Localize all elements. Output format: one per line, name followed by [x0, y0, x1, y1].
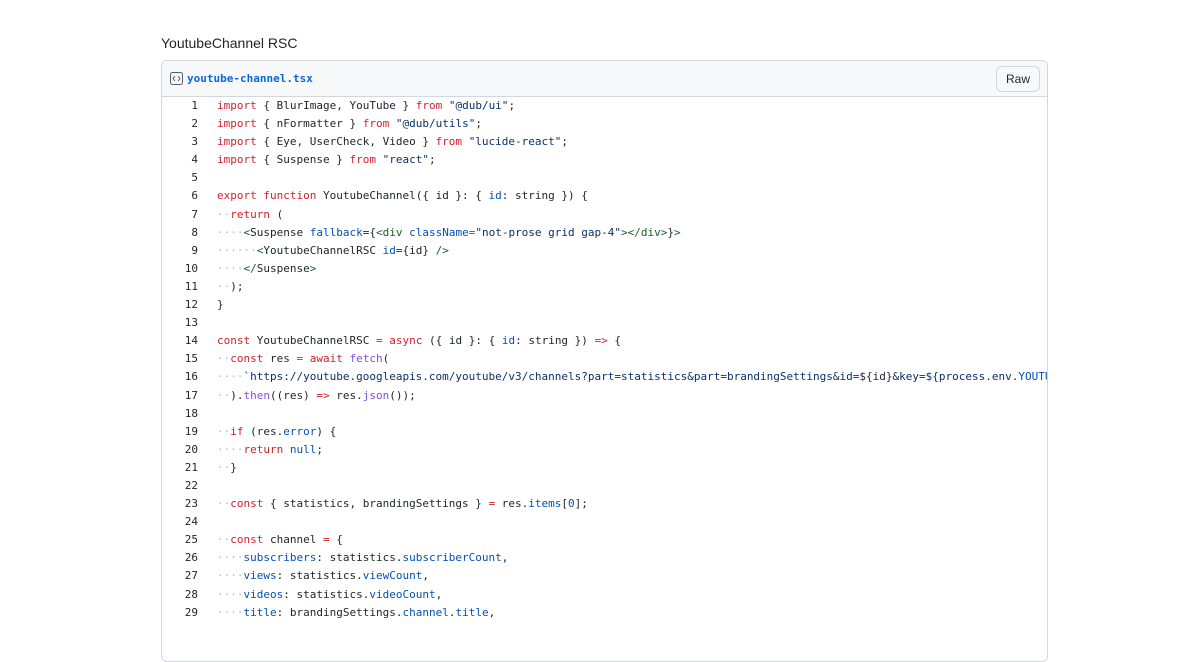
code-line: 18	[162, 405, 1047, 423]
code-file-icon	[170, 72, 183, 85]
code-area: 1 import { BlurImage, YouTube } from "@du…	[162, 97, 1047, 622]
line-code: ····`https://youtube.googleapis.com/yout…	[217, 370, 1047, 384]
line-code: import { BlurImage, YouTube } from "@dub…	[217, 99, 516, 112]
line-number[interactable]: 19	[162, 423, 217, 441]
code-line: 22	[162, 477, 1047, 495]
code-line: 8 ····<Suspense fallback={<div className=…	[162, 224, 1047, 242]
file-header: youtube-channel.tsx Raw	[162, 61, 1047, 97]
line-code: }	[217, 298, 224, 312]
line-number[interactable]: 7	[162, 206, 217, 224]
line-code: import { Eye, UserCheck, Video } from "l…	[217, 135, 569, 149]
line-number[interactable]: 18	[162, 405, 217, 423]
code-line: 17 ··).then((res) => res.json());	[162, 387, 1047, 405]
line-number[interactable]: 10	[162, 260, 217, 278]
line-number[interactable]: 22	[162, 477, 217, 495]
line-number[interactable]: 4	[162, 151, 217, 169]
code-line: 1 import { BlurImage, YouTube } from "@du…	[162, 97, 1047, 115]
line-number[interactable]: 25	[162, 531, 217, 549]
line-code: export function YoutubeChannel({ id }: {…	[217, 189, 588, 203]
line-code: ····subscribers: statistics.subscriberCo…	[217, 551, 509, 565]
code-line: 5	[162, 169, 1047, 187]
code-line: 3 import { Eye, UserCheck, Video } from "…	[162, 133, 1047, 151]
line-number[interactable]: 15	[162, 350, 217, 368]
line-number[interactable]: 1	[162, 97, 217, 115]
code-line: 7 ··return (	[162, 206, 1047, 224]
code-line: 16 ····`https://youtube.googleapis.com/yo…	[162, 368, 1047, 386]
code-line: 28 ····videos: statistics.videoCount,	[162, 586, 1047, 604]
line-number[interactable]: 16	[162, 368, 217, 386]
line-code: ····videos: statistics.videoCount,	[217, 587, 443, 601]
line-number[interactable]: 11	[162, 278, 217, 296]
line-number[interactable]: 12	[162, 296, 217, 314]
code-line: 29 ····title: brandingSettings.channel.ti…	[162, 604, 1047, 622]
line-code: const YoutubeChannelRSC = async ({ id }:…	[217, 334, 622, 348]
line-code: ····<Suspense fallback={<div className="…	[217, 225, 681, 239]
line-code: ··const { statistics, brandingSettings }…	[217, 497, 588, 511]
code-line: 21 ··}	[162, 459, 1047, 477]
line-number[interactable]: 9	[162, 242, 217, 260]
line-number[interactable]: 5	[162, 169, 217, 187]
line-code: ····title: brandingSettings.channel.titl…	[217, 605, 496, 619]
line-number[interactable]: 27	[162, 567, 217, 585]
line-number[interactable]: 28	[162, 586, 217, 604]
line-number[interactable]: 17	[162, 387, 217, 405]
line-number[interactable]: 2	[162, 115, 217, 133]
code-line: 26 ····subscribers: statistics.subscriber…	[162, 549, 1047, 567]
line-number[interactable]: 26	[162, 549, 217, 567]
raw-button[interactable]: Raw	[995, 65, 1040, 92]
code-line: 27 ····views: statistics.viewCount,	[162, 567, 1047, 585]
code-file-viewer: youtube-channel.tsx Raw 1 import { BlurIm…	[161, 60, 1048, 662]
code-line: 25 ··const channel = {	[162, 531, 1047, 549]
line-number[interactable]: 6	[162, 187, 217, 205]
code-line: 6 export function YoutubeChannel({ id }: …	[162, 187, 1047, 205]
page-title: YoutubeChannel RSC	[161, 35, 298, 51]
code-line: 4 import { Suspense } from "react";	[162, 151, 1047, 169]
line-code: ··);	[217, 279, 244, 293]
code-line: 15 ··const res = await fetch(	[162, 350, 1047, 368]
line-code: ··return (	[217, 207, 284, 221]
line-number[interactable]: 13	[162, 314, 217, 332]
code-line: 14 const YoutubeChannelRSC = async ({ id …	[162, 332, 1047, 350]
line-code: import { Suspense } from "react";	[217, 153, 436, 167]
code-line: 20 ····return null;	[162, 441, 1047, 459]
line-code: ··const channel = {	[217, 533, 343, 547]
line-code: ··const res = await fetch(	[217, 352, 390, 366]
line-code: ····views: statistics.viewCount,	[217, 569, 429, 583]
code-line: 24	[162, 513, 1047, 531]
code-line: 9 ······<YoutubeChannelRSC id={id} />	[162, 242, 1047, 260]
code-line: 10 ····</Suspense>	[162, 260, 1047, 278]
line-code: ····return null;	[217, 442, 323, 456]
line-code: ··}	[217, 460, 237, 474]
line-number[interactable]: 14	[162, 332, 217, 350]
line-number[interactable]: 23	[162, 495, 217, 513]
line-number[interactable]: 8	[162, 224, 217, 242]
file-name-wrap: youtube-channel.tsx	[170, 72, 313, 85]
code-line: 19 ··if (res.error) {	[162, 423, 1047, 441]
file-name-link[interactable]: youtube-channel.tsx	[187, 72, 313, 85]
line-number[interactable]: 3	[162, 133, 217, 151]
line-code: ······<YoutubeChannelRSC id={id} />	[217, 243, 449, 257]
line-code: import { nFormatter } from "@dub/utils";	[217, 117, 482, 131]
line-number[interactable]: 24	[162, 513, 217, 531]
line-number[interactable]: 29	[162, 604, 217, 622]
code-line: 13	[162, 314, 1047, 332]
line-code: ··).then((res) => res.json());	[217, 388, 416, 402]
line-number[interactable]: 20	[162, 441, 217, 459]
code-line: 11 ··);	[162, 278, 1047, 296]
code-line: 12}	[162, 296, 1047, 314]
code-line: 2 import { nFormatter } from "@dub/utils"…	[162, 115, 1047, 133]
line-number[interactable]: 21	[162, 459, 217, 477]
line-code: ··if (res.error) {	[217, 424, 337, 438]
code-line: 23 ··const { statistics, brandingSettings…	[162, 495, 1047, 513]
line-code: ····</Suspense>	[217, 261, 317, 275]
